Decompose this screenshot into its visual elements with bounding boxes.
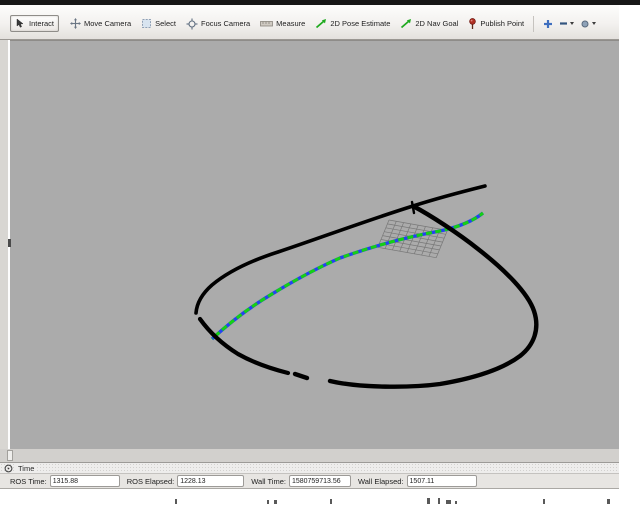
- wall-time-label: Wall Time:: [251, 477, 286, 486]
- add-tool-button[interactable]: [540, 17, 556, 31]
- remove-tool-minus-icon: [559, 19, 568, 28]
- green-arrow-icon: [400, 18, 412, 29]
- ros-time-input[interactable]: [50, 475, 120, 487]
- ros-elapsed-label: ROS Elapsed:: [127, 477, 175, 486]
- select-tool-button[interactable]: Select: [136, 15, 181, 32]
- focus-crosshair-icon: [186, 18, 198, 30]
- chevron-down-icon: [592, 22, 596, 25]
- splitter-handle[interactable]: [7, 450, 13, 461]
- left-gutter: [0, 40, 8, 449]
- wall-time-field: Wall Time:: [251, 475, 358, 487]
- measure-ruler-icon: [260, 19, 273, 28]
- wall-elapsed-label: Wall Elapsed:: [358, 477, 404, 486]
- green-arrow-icon: [315, 18, 327, 29]
- track-bottom-dash: [295, 374, 307, 378]
- track-top-left-arc: [196, 186, 485, 313]
- time-panel-header[interactable]: Time: [0, 462, 619, 474]
- focus-camera-tool-button[interactable]: Focus Camera: [181, 15, 255, 33]
- toolbar: Interact Move Camera: [0, 5, 619, 40]
- ros-elapsed-input[interactable]: [177, 475, 244, 487]
- time-fields-row: ROS Time: ROS Elapsed: Wall Time: Wall E…: [0, 474, 619, 489]
- interact-tool-button[interactable]: Interact: [10, 15, 59, 32]
- tool-properties-icon: [580, 19, 590, 29]
- add-tool-plus-icon: [543, 19, 553, 29]
- interact-cursor-icon: [15, 18, 26, 29]
- rviz-window: Interact Move Camera: [0, 0, 640, 505]
- wall-time-input[interactable]: [289, 475, 351, 487]
- render-viewport[interactable]: [10, 40, 619, 449]
- move-camera-icon: [70, 18, 81, 29]
- wall-elapsed-input[interactable]: [407, 475, 477, 487]
- ros-time-label: ROS Time:: [10, 477, 47, 486]
- move-camera-tool-button[interactable]: Move Camera: [65, 15, 136, 32]
- publish-point-tool-button[interactable]: Publish Point: [463, 15, 529, 33]
- tool-label: Select: [155, 19, 176, 28]
- pose-estimate-tool-button[interactable]: 2D Pose Estimate: [310, 15, 395, 32]
- trajectory-blue-markers: [212, 213, 483, 339]
- ros-time-field: ROS Time:: [10, 475, 127, 487]
- tool-label: 2D Nav Goal: [415, 19, 458, 28]
- tool-label: Move Camera: [84, 19, 131, 28]
- tool-label: 2D Pose Estimate: [330, 19, 390, 28]
- measure-tool-button[interactable]: Measure: [255, 16, 310, 31]
- tool-label: Focus Camera: [201, 19, 250, 28]
- time-panel-title: Time: [16, 464, 36, 473]
- panel-splitter-row: [0, 449, 619, 462]
- select-box-icon: [141, 18, 152, 29]
- time-panel: Time ROS Time: ROS Elapsed: Wall Time: W…: [0, 462, 619, 489]
- rviz-app-area: Interact Move Camera: [0, 5, 619, 488]
- toolbar-separator: [533, 16, 534, 32]
- nav-goal-tool-button[interactable]: 2D Nav Goal: [395, 15, 463, 32]
- tool-properties-button[interactable]: [577, 17, 599, 31]
- track-junction-stub: [412, 202, 414, 213]
- red-pin-icon: [468, 18, 477, 30]
- track-bottom-left-arc: [200, 319, 288, 373]
- mesh-grid-wireframe: [378, 220, 448, 258]
- clock-icon: [4, 464, 13, 473]
- wall-elapsed-field: Wall Elapsed:: [358, 475, 477, 487]
- scene-3d: [10, 41, 619, 444]
- ros-elapsed-field: ROS Elapsed:: [127, 475, 252, 487]
- tool-label: Interact: [29, 19, 54, 28]
- tool-label: Publish Point: [480, 19, 524, 28]
- remove-tool-button[interactable]: [556, 17, 577, 30]
- tool-label: Measure: [276, 19, 305, 28]
- chevron-down-icon: [570, 22, 574, 25]
- main-area: [0, 40, 619, 449]
